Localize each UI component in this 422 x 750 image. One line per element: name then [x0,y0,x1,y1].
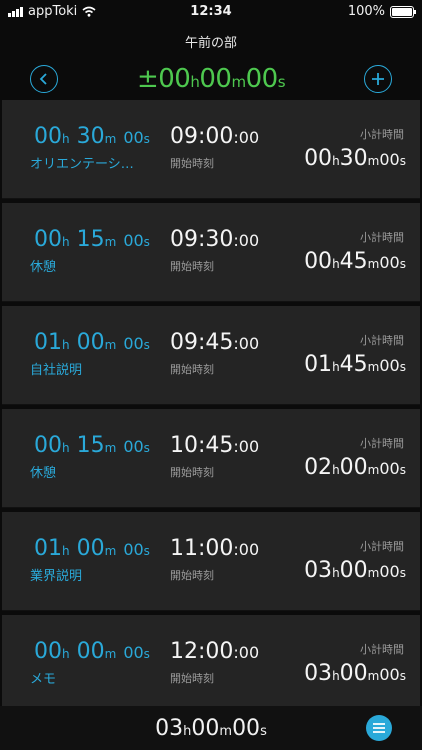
battery-icon [390,5,416,18]
item-duration[interactable]: 00h 00m 00s [34,639,150,664]
schedule-item[interactable]: 00h 00m 00s メモ 12:00:00 開始時刻 小計時間 03h00m00s [2,615,420,714]
item-name[interactable]: 自社説明 [30,359,82,378]
start-time-label: 開始時刻 [170,260,214,273]
item-start-time: 12:00:00 [170,639,260,664]
battery-area: 100% [347,4,416,19]
item-name[interactable]: メモ [30,668,56,687]
item-name[interactable]: オリエンテーシ… [30,153,134,172]
item-name[interactable]: 業界説明 [30,565,82,584]
item-subtotal: 03h00m00s [304,558,406,583]
schedule-list: 00h 30m 00s オリエンテーシ… 09:00:00 開始時刻 小計時間 00h30… [0,100,422,718]
item-subtotal: 00h30m00s [304,146,406,171]
subtotal-label: 小計時間 [360,334,404,347]
grand-total: 03h00m00s [155,716,267,741]
item-start-time: 09:00:00 [170,124,260,149]
add-button[interactable] [364,65,392,93]
status-bar: appToki 12:34 100% [0,0,422,24]
start-time-label: 開始時刻 [170,569,214,582]
subtotal-label: 小計時間 [360,437,404,450]
item-subtotal: 00h45m00s [304,249,406,274]
subtotal-label: 小計時間 [360,643,404,656]
section-title: 午前の部 [184,36,237,51]
battery-percent: 100% [347,4,385,19]
subtotal-label: 小計時間 [360,540,404,553]
item-subtotal: 03h00m00s [304,661,406,686]
item-duration[interactable]: 00h 15m 00s [34,227,150,252]
item-name[interactable]: 休憩 [30,462,56,481]
start-time-label: 開始時刻 [170,363,214,376]
list-icon [373,723,385,733]
subtotal-label: 小計時間 [360,231,404,244]
footer-bar: 03h00m00s [0,706,422,750]
item-name[interactable]: 休憩 [30,256,56,275]
item-duration[interactable]: 00h 15m 00s [34,433,150,458]
menu-button[interactable] [366,715,392,741]
schedule-item[interactable]: 00h 30m 00s オリエンテーシ… 09:00:00 開始時刻 小計時間 00h30… [2,100,420,199]
item-duration[interactable]: 00h 30m 00s [34,124,150,149]
schedule-item[interactable]: 01h 00m 00s 自社説明 09:45:00 開始時刻 小計時間 01h45m00s [2,306,420,405]
plus-icon [372,73,384,85]
item-start-time: 09:30:00 [170,227,260,252]
item-subtotal: 02h00m00s [304,455,406,480]
start-time-label: 開始時刻 [170,157,214,170]
start-time-label: 開始時刻 [170,672,214,685]
header-bar: ±00h00m00s [0,60,422,98]
start-time-label: 開始時刻 [170,466,214,479]
item-start-time: 10:45:00 [170,433,260,458]
schedule-item[interactable]: 01h 00m 00s 業界説明 11:00:00 開始時刻 小計時間 03h00m00s [2,512,420,611]
schedule-item[interactable]: 00h 15m 00s 休憩 09:30:00 開始時刻 小計時間 00h45m00s [2,203,420,302]
subtotal-label: 小計時間 [360,128,404,141]
item-duration[interactable]: 01h 00m 00s [34,536,150,561]
item-subtotal: 01h45m00s [304,352,406,377]
total-difference: ±00h00m00s [136,64,286,94]
item-duration[interactable]: 01h 00m 00s [34,330,150,355]
item-start-time: 11:00:00 [170,536,260,561]
schedule-item[interactable]: 00h 15m 00s 休憩 10:45:00 開始時刻 小計時間 02h00m00s [2,409,420,508]
item-start-time: 09:45:00 [170,330,260,355]
